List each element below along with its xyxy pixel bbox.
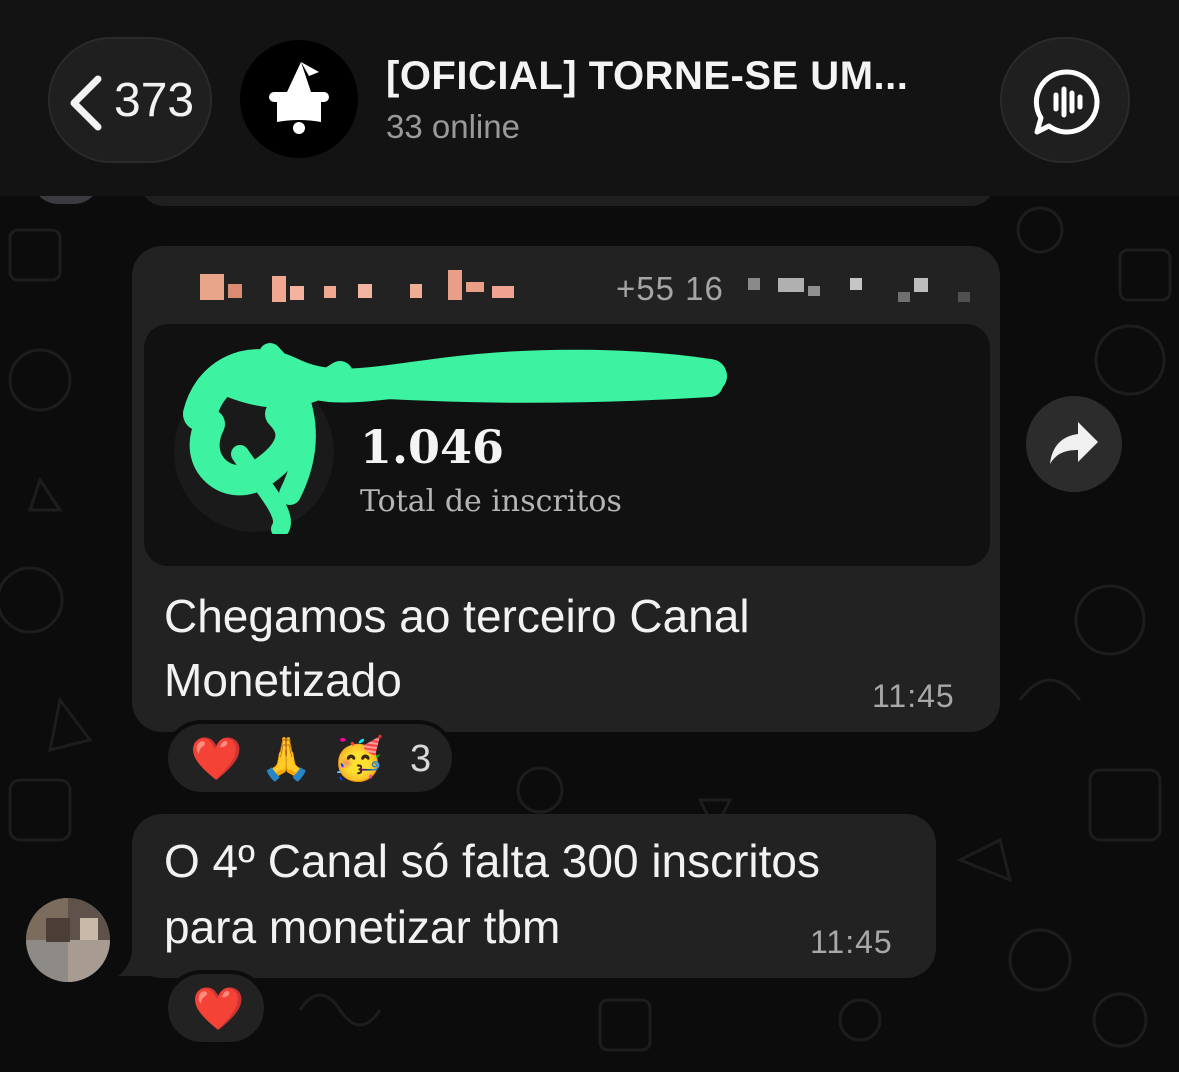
message-text: O 4º Canal só falta 300 inscritos para m… (164, 835, 821, 953)
message-text: Chegamos ao terceiro Canal Monetizado (164, 590, 750, 706)
reaction-count: 3 (410, 738, 432, 780)
message-bubble[interactable]: +55 16 1.046 Total de inscritos Chegamos… (132, 246, 1000, 732)
wizard-hat-icon (269, 62, 329, 134)
reactions-bar[interactable]: ❤️ (164, 970, 268, 1046)
sender-phone[interactable]: +55 16 (616, 270, 724, 308)
reactions-bar[interactable]: ❤️ 🙏 🥳 3 (164, 720, 456, 796)
chat-title[interactable]: [OFICIAL] TORNE-SE UM... (386, 54, 908, 99)
subscriber-card[interactable]: 1.046 Total de inscritos (144, 324, 990, 566)
sender-avatar[interactable] (26, 898, 110, 982)
phone-number-redacted (748, 278, 970, 302)
sender-name-redacted (200, 270, 514, 302)
message-time: 11:45 (810, 924, 893, 960)
subscriber-count: 1.046 (360, 420, 505, 474)
subscriber-label: Total de inscritos (360, 484, 622, 519)
heart-reaction[interactable]: ❤️ (192, 984, 244, 1034)
back-button[interactable]: 373 (48, 37, 212, 163)
voice-chat-icon (1033, 69, 1100, 135)
message-bubble[interactable]: O 4º Canal só falta 300 inscritos para m… (132, 814, 936, 978)
message-time: 11:45 (872, 678, 955, 714)
pray-reaction[interactable]: 🙏 (260, 734, 312, 784)
chat-screen: 373 [OFICIAL] TORNE-SE UM... 33 online +… (0, 0, 1179, 1072)
forward-button[interactable] (1026, 396, 1122, 492)
chat-header: 373 [OFICIAL] TORNE-SE UM... 33 online (0, 0, 1179, 196)
chevron-left-icon (70, 75, 102, 131)
avatar-redacted (26, 898, 110, 982)
online-count: 33 online (386, 108, 520, 145)
group-avatar[interactable] (240, 40, 358, 158)
voice-chat-button[interactable] (1000, 37, 1130, 163)
heart-reaction[interactable]: ❤️ (190, 734, 242, 784)
party-face-reaction[interactable]: 🥳 (332, 734, 384, 784)
unread-count: 373 (114, 74, 195, 127)
forward-arrow-icon (1050, 422, 1098, 464)
